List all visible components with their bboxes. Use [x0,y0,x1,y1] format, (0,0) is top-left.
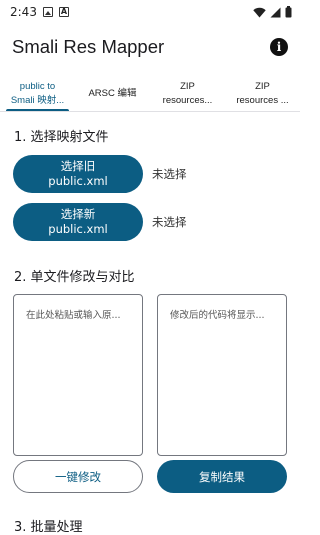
tab-zip-resources-2[interactable]: ZIP resources ... [225,76,300,111]
tab-zip-resources-1[interactable]: ZIP resources... [150,76,225,111]
status-left: 2:43 A [10,5,69,19]
status-right [253,6,292,18]
scrollbar[interactable] [315,150,318,430]
tab-label-line1: ARSC 编辑 [88,87,137,99]
app-bar: Smali Res Mapper i [0,24,300,70]
button-label-line2: public.xml [48,174,108,188]
tab-public-to-smali[interactable]: public to Smali 映射... [0,76,75,111]
tab-label-line1: ZIP [255,80,270,92]
pick-old-row: 选择旧 public.xml 未选择 [13,155,187,193]
app-title: Smali Res Mapper [12,36,165,57]
image-notification-icon [42,7,53,17]
button-label-line1: 选择旧 [60,159,96,173]
status-bar: 2:43 A [0,0,300,24]
copy-result-button[interactable]: 复制结果 [157,460,287,493]
button-label-line2: public.xml [48,222,108,236]
signal-icon [270,7,281,17]
tab-label-line1: ZIP [180,80,195,92]
pick-new-row: 选择新 public.xml 未选择 [13,203,187,241]
section-title-single-file: 2. 单文件修改与对比 [14,270,135,285]
select-new-public-xml-button[interactable]: 选择新 public.xml [13,203,143,241]
select-old-public-xml-button[interactable]: 选择旧 public.xml [13,155,143,193]
section-title-select-files: 1. 选择映射文件 [14,130,109,145]
old-file-status: 未选择 [152,167,187,181]
tab-bar: public to Smali 映射... ARSC 编辑 ZIP resour… [0,76,300,112]
new-file-status: 未选择 [152,215,187,229]
a-notification-icon: A [58,7,69,17]
tab-label-line2: resources... [162,94,213,106]
button-label-line1: 选择新 [60,207,96,221]
tab-label-line2: Smali 映射... [10,94,65,106]
tab-label-line2: resources ... [236,94,289,106]
tab-active-indicator [6,109,69,111]
section-title-batch: 3. 批量处理 [14,520,83,535]
info-icon[interactable]: i [270,38,288,56]
input-placeholder: 在此处粘贴或输入原... [26,310,121,321]
tab-label-line1: public to [19,80,56,92]
output-placeholder: 修改后的代码将显示... [170,310,265,321]
wifi-icon [253,7,266,17]
battery-icon [285,6,292,18]
original-code-input[interactable]: 在此处粘贴或输入原... [13,294,143,456]
tab-arsc-edit[interactable]: ARSC 编辑 [75,76,150,111]
status-time: 2:43 [10,5,37,19]
one-click-modify-button[interactable]: 一键修改 [13,460,143,493]
modified-code-output[interactable]: 修改后的代码将显示... [157,294,287,456]
